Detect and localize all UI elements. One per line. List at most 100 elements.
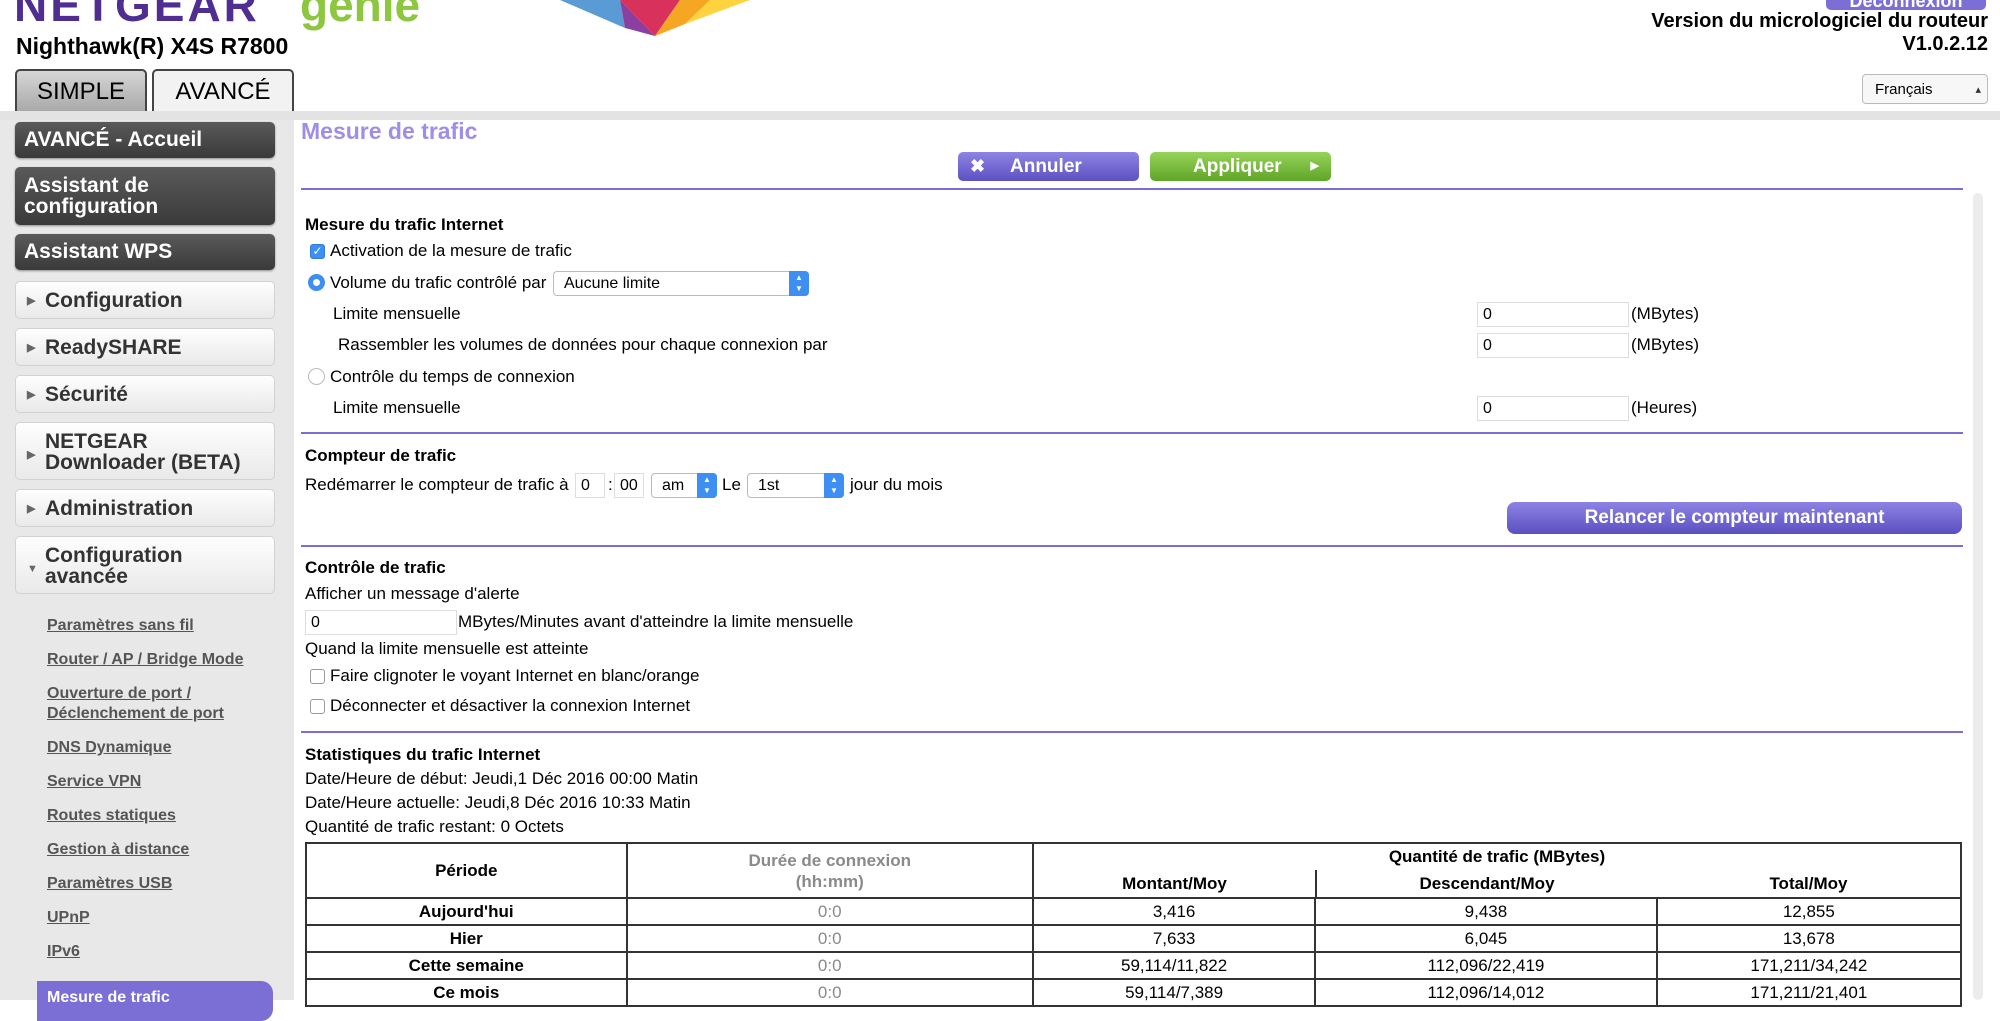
restart-counter-now-button[interactable]: Relancer le compteur maintenant bbox=[1507, 502, 1962, 534]
row-duration: 0:0 bbox=[625, 924, 1034, 953]
divider bbox=[301, 188, 1963, 190]
volume-limit-value: Aucune limite bbox=[564, 275, 661, 292]
triangle-right-icon: ▶ bbox=[27, 342, 36, 354]
restart-minute-input[interactable]: 00 bbox=[614, 473, 644, 498]
row-duration: 0:0 bbox=[625, 951, 1034, 980]
sidebar-item-port-forwarding[interactable]: Ouverture de port / Déclenchement de por… bbox=[47, 684, 257, 724]
sidebar-menu-securite[interactable]: ▶ Sécurité bbox=[15, 375, 275, 413]
header-down: Descendant/Moy bbox=[1419, 874, 1555, 893]
sidebar-setup-wizard-button[interactable]: Assistant de configuration bbox=[15, 167, 275, 225]
round-up-input[interactable]: 0 bbox=[1477, 333, 1629, 358]
row-period: Cette semaine bbox=[305, 951, 628, 980]
tab-simple[interactable]: SIMPLE bbox=[15, 69, 147, 111]
sidebar-item-remote-management[interactable]: Gestion à distance bbox=[47, 840, 189, 860]
language-select[interactable]: Français ▴ bbox=[1862, 74, 1988, 104]
alert-label: Afficher un message d'alerte bbox=[305, 584, 520, 603]
select-arrows-icon: ▴ bbox=[1975, 84, 1981, 96]
header-period: Période bbox=[305, 842, 628, 899]
scrollbar[interactable] bbox=[1973, 193, 1983, 1000]
row-duration: 0:0 bbox=[625, 978, 1034, 1007]
time-limit-input[interactable]: 0 bbox=[1477, 396, 1629, 421]
sidebar-menu-config-avancee[interactable]: ▼ Configuration avancée bbox=[15, 536, 275, 594]
row-up: 59,114/11,822 bbox=[1031, 951, 1317, 980]
tab-avance[interactable]: AVANCÉ bbox=[152, 69, 294, 111]
firmware-label: Version du micrologiciel du routeur bbox=[1651, 10, 1988, 32]
row-period: Hier bbox=[305, 924, 628, 953]
router-model: Nighthawk(R) X4S R7800 bbox=[16, 33, 289, 59]
row-period: Aujourd'hui bbox=[305, 897, 628, 926]
ampm-value: am bbox=[662, 477, 685, 494]
select-arrows-icon: ▲ ▼ bbox=[824, 473, 844, 498]
sidebar-item-upnp[interactable]: UPnP bbox=[47, 908, 90, 928]
restart-ampm-select[interactable]: am ▲ ▼ bbox=[651, 473, 717, 498]
row-up: 7,633 bbox=[1031, 924, 1317, 953]
restart-counter-label: Redémarrer le compteur de trafic à bbox=[305, 475, 569, 494]
volume-control-label: Volume du trafic contrôlé par bbox=[330, 273, 547, 292]
section-counter-title: Compteur de trafic bbox=[305, 446, 457, 465]
restart-hour-input[interactable]: 0 bbox=[575, 473, 605, 498]
connection-time-radio[interactable] bbox=[308, 368, 325, 385]
sidebar-menu-configuration[interactable]: ▶ Configuration bbox=[15, 281, 275, 319]
sidebar-item-ddns[interactable]: DNS Dynamique bbox=[47, 738, 171, 758]
blink-led-checkbox[interactable] bbox=[310, 669, 325, 684]
enable-traffic-meter-checkbox[interactable]: ✓ bbox=[310, 244, 325, 259]
row-down: 6,045 bbox=[1314, 924, 1658, 953]
stats-current-time: Date/Heure actuelle: Jeudi,8 Déc 2016 10… bbox=[305, 793, 691, 812]
blink-led-label: Faire clignoter le voyant Internet en bl… bbox=[330, 666, 700, 685]
header-quantity-group: Quantité de trafic (MBytes) Montant/Moy … bbox=[1031, 842, 1963, 899]
traffic-stats-grid: Période Durée de connexion (hh:mm) Quant… bbox=[305, 842, 1963, 1007]
disconnect-label: Déconnecter et désactiver la connexion I… bbox=[330, 696, 691, 715]
sidebar-item-traffic-meter[interactable]: Mesure de trafic bbox=[37, 981, 273, 1021]
row-down: 112,096/14,012 bbox=[1314, 978, 1658, 1007]
volume-limit-select[interactable]: Aucune limite ▲ ▼ bbox=[553, 271, 809, 296]
table-row: Aujourd'hui 0:0 3,416 9,438 12,855 bbox=[305, 897, 1963, 926]
round-up-unit: (MBytes) bbox=[1631, 335, 1699, 354]
enable-traffic-meter-label: Activation de la mesure de trafic bbox=[330, 241, 572, 260]
disconnect-checkbox[interactable] bbox=[310, 699, 325, 714]
sidebar-menu-readyshare[interactable]: ▶ ReadySHARE bbox=[15, 328, 275, 366]
row-total: 171,211/34,242 bbox=[1655, 951, 1963, 980]
monthly-limit-label: Limite mensuelle bbox=[333, 304, 461, 323]
divider bbox=[301, 545, 1963, 547]
table-row: Ce mois 0:0 59,114/7,389 112,096/14,012 … bbox=[305, 978, 1963, 1007]
monthly-limit-input[interactable]: 0 bbox=[1477, 302, 1629, 327]
day-suffix-label: jour du mois bbox=[850, 475, 943, 494]
apply-button[interactable]: Appliquer ▶ bbox=[1150, 152, 1331, 181]
sidebar-home-button[interactable]: AVANCÉ - Accueil bbox=[15, 122, 275, 158]
apply-label: Appliquer bbox=[1193, 156, 1282, 177]
triangle-right-icon: ▶ bbox=[27, 503, 36, 515]
sidebar-item-wireless[interactable]: Paramètres sans fil bbox=[47, 616, 194, 636]
stats-remaining: Quantité de trafic restant: 0 Octets bbox=[305, 817, 564, 836]
time-limit-unit: (Heures) bbox=[1631, 398, 1698, 417]
cancel-button[interactable]: ✖ Annuler bbox=[958, 152, 1139, 181]
restart-day-select[interactable]: 1st ▲ ▼ bbox=[747, 473, 844, 498]
section-control-title: Contrôle de trafic bbox=[305, 558, 446, 577]
row-total: 13,678 bbox=[1655, 924, 1963, 953]
play-arrow-icon: ▶ bbox=[1310, 160, 1319, 172]
close-icon: ✖ bbox=[970, 156, 986, 176]
header-quantity: Quantité de trafic (MBytes) bbox=[1388, 847, 1606, 866]
sidebar-item-ipv6[interactable]: IPv6 bbox=[47, 942, 80, 962]
sidebar-menu-downloader[interactable]: ▶ NETGEAR Downloader (BETA) bbox=[15, 422, 275, 480]
row-down: 112,096/22,419 bbox=[1314, 951, 1658, 980]
sidebar-item-static-routes[interactable]: Routes statiques bbox=[47, 806, 176, 826]
row-total: 171,211/21,401 bbox=[1655, 978, 1963, 1007]
genie-text: genie bbox=[300, 0, 421, 31]
sidebar-item-usb[interactable]: Paramètres USB bbox=[47, 874, 172, 894]
genie-graphic-icon bbox=[560, 0, 750, 36]
sidebar-item-vpn[interactable]: Service VPN bbox=[47, 772, 141, 792]
alert-threshold-input[interactable]: 0 bbox=[305, 610, 457, 635]
sidebar-menu-administration[interactable]: ▶ Administration bbox=[15, 489, 275, 527]
day-value: 1st bbox=[758, 477, 780, 494]
triangle-right-icon: ▶ bbox=[27, 389, 36, 401]
logout-button[interactable]: Déconnexion bbox=[1826, 0, 1986, 10]
triangle-right-icon: ▶ bbox=[27, 295, 36, 307]
sidebar-item-router-ap[interactable]: Router / AP / Bridge Mode bbox=[47, 650, 243, 670]
triangle-down-icon: ▼ bbox=[27, 563, 38, 575]
sidebar-wps-wizard-button[interactable]: Assistant WPS bbox=[15, 234, 275, 270]
select-arrows-icon: ▲ ▼ bbox=[789, 271, 809, 296]
when-reached-label: Quand la limite mensuelle est atteinte bbox=[305, 639, 589, 658]
volume-control-radio[interactable] bbox=[308, 274, 325, 291]
tab-strip bbox=[0, 111, 2000, 120]
menu-label: Sécurité bbox=[45, 383, 128, 406]
